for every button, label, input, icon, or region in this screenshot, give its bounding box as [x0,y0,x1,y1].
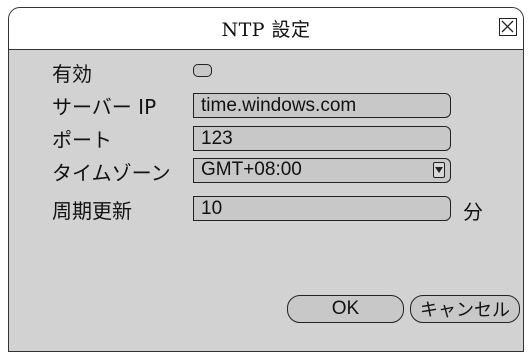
timezone-value: GMT+08:00 [201,159,302,180]
dialog-title: NTP 設定 [221,19,311,41]
server-label-ip: IP [138,95,157,119]
close-button[interactable] [499,18,517,36]
cancel-button[interactable]: キャンセル [410,295,520,323]
port-label: ポート [52,128,112,152]
dialog-titlebar: NTP 設定 [9,8,523,50]
close-icon [501,20,514,33]
timezone-label: タイムゾーン [52,161,171,185]
dropdown-arrow-icon[interactable] [433,162,445,178]
update-period-label: 周期更新 [52,199,132,223]
enable-label: 有効 [52,62,92,86]
port-input[interactable] [193,126,451,151]
minutes-unit-label: 分 [463,200,483,224]
server-label: サーバー IP [52,91,156,120]
server-input[interactable] [193,93,451,118]
update-period-input[interactable] [193,196,451,221]
timezone-select[interactable]: GMT+08:00 [193,158,451,183]
enable-checkbox[interactable] [193,64,212,77]
server-label-jp: サーバー [52,95,132,119]
ok-button[interactable]: OK [287,295,404,323]
